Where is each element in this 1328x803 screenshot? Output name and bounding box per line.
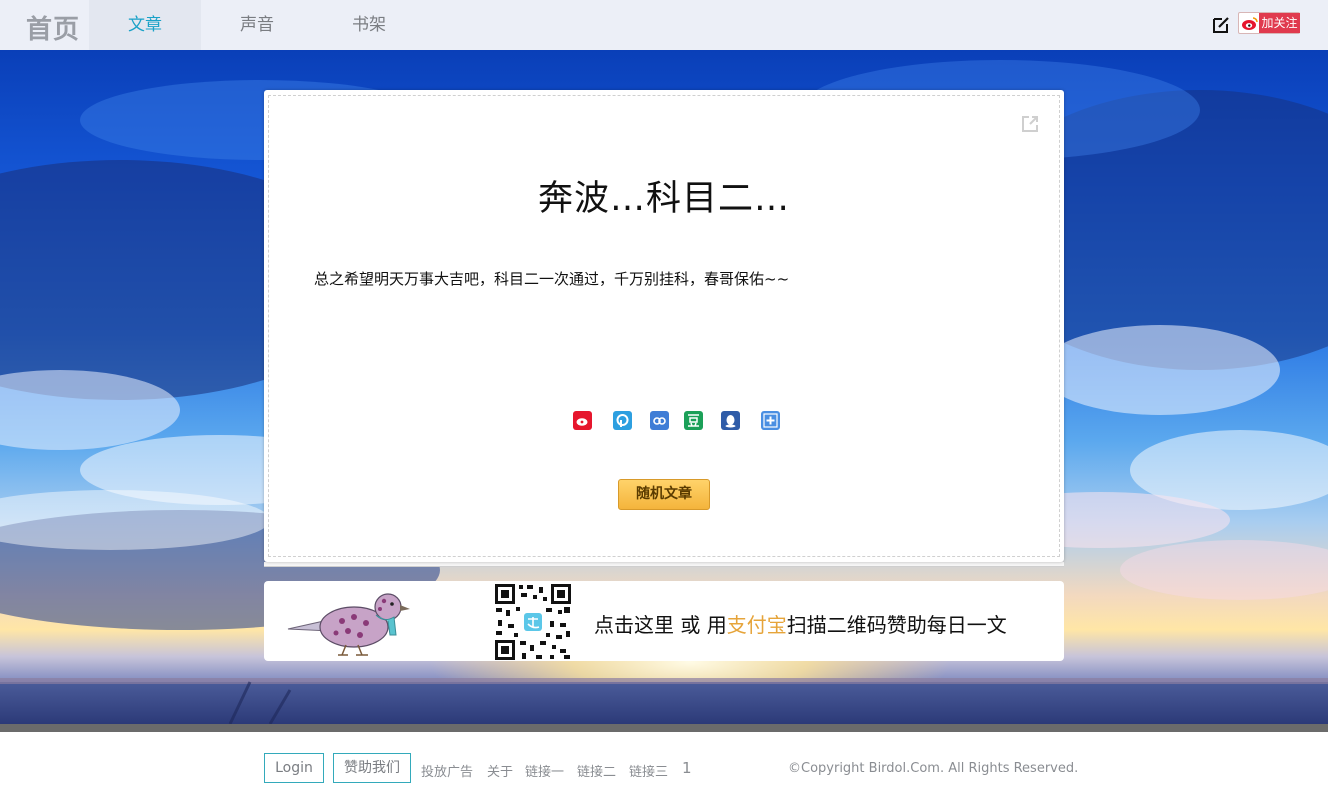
- footer-link-ads[interactable]: 投放广告: [421, 761, 473, 780]
- footer-link-3[interactable]: 链接三: [629, 761, 668, 780]
- open-external-icon[interactable]: [1020, 114, 1040, 134]
- tab-audio[interactable]: 声音: [201, 0, 313, 50]
- copyright: ©Copyright Birdol.Com. All Rights Reserv…: [788, 761, 1079, 776]
- login-button[interactable]: Login: [264, 753, 324, 783]
- footer-link-1[interactable]: 链接一: [525, 761, 564, 780]
- top-nav: 首页 文章 声音 书架 加关注: [0, 0, 1328, 50]
- footer-counter: 1: [682, 759, 692, 777]
- footer: Login 赞助我们 投放广告 关于 链接一 链接二 链接三 1 ©Copyri…: [0, 732, 1328, 803]
- edit-icon[interactable]: [1211, 15, 1231, 35]
- donate-text-suffix: 扫描二维码赞助每日一文: [786, 613, 1007, 637]
- weibo-follow-button[interactable]: 加关注: [1238, 12, 1300, 34]
- douban-icon[interactable]: [684, 411, 703, 430]
- renren-icon[interactable]: [650, 411, 669, 430]
- nav-home[interactable]: 首页: [26, 9, 80, 46]
- follow-label: 加关注: [1259, 13, 1300, 33]
- more-icon[interactable]: [761, 411, 780, 430]
- qq-icon[interactable]: [721, 411, 740, 430]
- alipay-qr-code: [494, 583, 572, 661]
- tab-bookshelf[interactable]: 书架: [313, 0, 425, 50]
- donate-text: 点击这里 或 用支付宝扫描二维码赞助每日一文: [594, 609, 1007, 638]
- hero-bottom-border: [0, 724, 1328, 732]
- card-stack-shadow: [264, 562, 1064, 567]
- weibo-icon[interactable]: [573, 411, 592, 430]
- article-card: 奔波…科目二… 总之希望明天万事大吉吧，科目二一次通过，千万别挂科，春哥保佑~~…: [264, 90, 1064, 562]
- random-article-button[interactable]: 随机文章: [618, 479, 710, 510]
- alipay-label[interactable]: 支付宝: [727, 613, 787, 637]
- donate-banner[interactable]: 点击这里 或 用支付宝扫描二维码赞助每日一文: [264, 581, 1064, 661]
- weibo-icon: [1242, 17, 1258, 30]
- sponsor-button[interactable]: 赞助我们: [333, 753, 411, 783]
- pengyou-icon[interactable]: [613, 411, 632, 430]
- tab-articles[interactable]: 文章: [89, 0, 201, 50]
- footer-link-about[interactable]: 关于: [487, 761, 513, 780]
- bird-illustration: [287, 593, 410, 656]
- article-title: 奔波…科目二…: [537, 179, 790, 219]
- article-body: 总之希望明天万事大吉吧，科目二一次通过，千万别挂科，春哥保佑~~: [314, 270, 790, 288]
- footer-link-2[interactable]: 链接二: [577, 761, 616, 780]
- donate-text-prefix: 点击这里 或 用: [594, 613, 727, 637]
